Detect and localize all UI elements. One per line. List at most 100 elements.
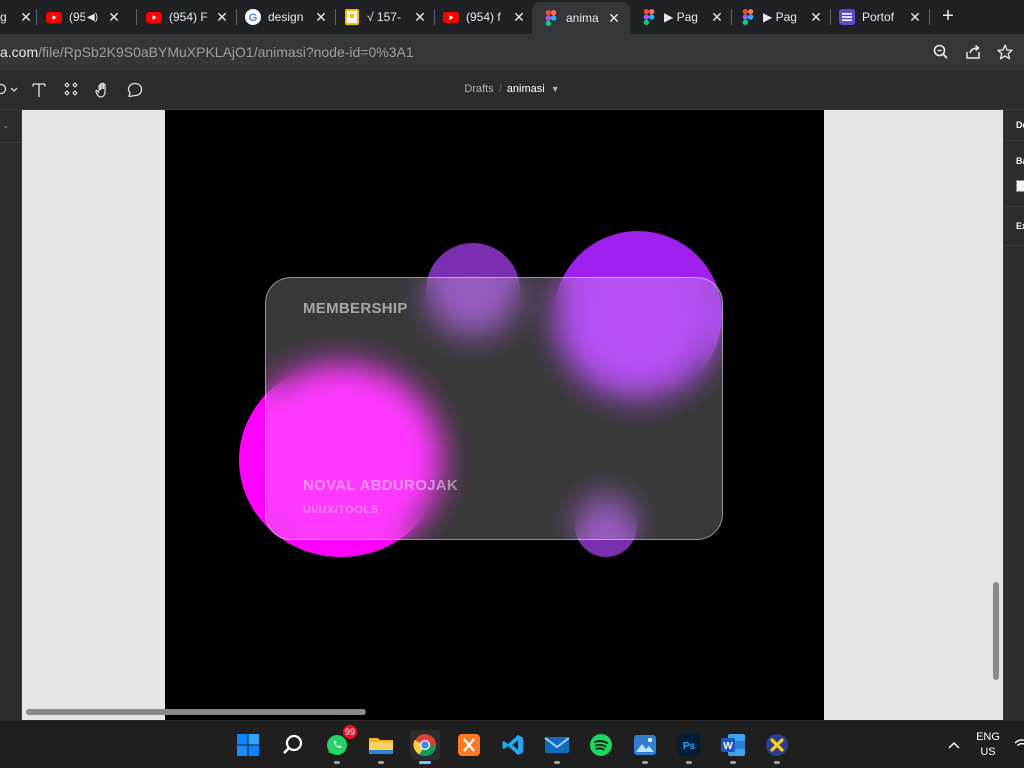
language-region: US [980, 746, 996, 758]
wifi-icon[interactable] [1014, 737, 1024, 753]
design-properties-panel: De Ba Ex [1003, 110, 1024, 720]
word-icon[interactable]: W [718, 730, 748, 764]
design-frame[interactable]: MEMBERSHIP NOVAL ABDUROJAK UI/UX/TOOLS [165, 110, 824, 720]
chevron-down-icon[interactable]: ⌄ [2, 120, 10, 131]
figma-icon [543, 10, 559, 26]
close-icon[interactable]: ✕ [808, 9, 824, 25]
photoshop-icon[interactable]: Ps [674, 730, 704, 764]
close-icon[interactable]: ✕ [18, 9, 34, 25]
url-host: a.com [0, 44, 39, 60]
tab-title: g [0, 10, 7, 24]
close-icon[interactable]: ✕ [511, 9, 527, 25]
divider [1004, 245, 1024, 246]
tab-title: ▶ Pag [664, 10, 698, 24]
keep-icon [344, 9, 360, 25]
url-text[interactable]: a.com/file/RpSb2K9S0aBYMuXPKLAjO1/animas… [0, 44, 414, 60]
export-label: Ex [1016, 221, 1024, 231]
tab-strip: g ✕ (95 ◀) ✕ (954) F ✕ G design ✕ √ 157-… [0, 0, 1024, 34]
tab-title: (954) f [466, 10, 501, 24]
breadcrumb-folder[interactable]: Drafts [464, 83, 493, 95]
close-icon[interactable]: ✕ [709, 9, 725, 25]
breadcrumb-separator: / [498, 83, 502, 95]
chrome-icon[interactable] [410, 730, 440, 764]
address-bar[interactable]: a.com/file/RpSb2K9S0aBYMuXPKLAjO1/animas… [0, 34, 1024, 70]
breadcrumb-file[interactable]: animasi [507, 83, 545, 95]
photoshop-icon-label: Ps [683, 741, 696, 752]
figma-icon [641, 9, 657, 25]
divider [1004, 140, 1024, 141]
card-member-role: UI/UX/TOOLS [303, 504, 379, 516]
photos-icon[interactable] [630, 730, 660, 764]
tab-2[interactable]: (95 ◀) ✕ [46, 3, 130, 31]
tab-8[interactable]: ▶ Pag ✕ [641, 3, 725, 31]
running-indicator [642, 761, 648, 764]
tab-title: ▶ Pag [763, 10, 797, 24]
tab-title: (954) F [169, 10, 208, 24]
tab-1[interactable]: g ✕ [0, 3, 34, 31]
notification-badge: 99 [342, 725, 357, 739]
search-icon[interactable] [278, 730, 308, 760]
whatsapp-icon[interactable]: 99 [322, 725, 357, 764]
running-indicator [730, 761, 736, 764]
audio-playing-icon[interactable]: ◀) [87, 12, 98, 23]
running-indicator [378, 761, 384, 764]
running-indicator [334, 761, 340, 764]
background-color-swatch[interactable] [1016, 180, 1024, 192]
close-icon[interactable]: ✕ [313, 9, 329, 25]
tab-title: anima [566, 11, 599, 25]
card-title: MEMBERSHIP [303, 300, 408, 317]
youtube-icon [443, 9, 459, 25]
bookmark-star-icon[interactable] [996, 43, 1014, 61]
horizontal-scrollbar[interactable] [26, 709, 366, 715]
share-icon[interactable] [964, 43, 982, 61]
running-indicator [419, 761, 431, 764]
divider [0, 142, 21, 143]
tab-6[interactable]: (954) f ✕ [443, 3, 527, 31]
figma-toolbar: Drafts / animasi ▼ [0, 70, 1024, 110]
card-member-name: NOVAL ABDUROJAK [303, 477, 459, 494]
tab-9[interactable]: ▶ Pag ✕ [740, 3, 824, 31]
chevron-up-icon[interactable] [946, 737, 962, 753]
design-tab-label[interactable]: De [1016, 120, 1024, 130]
tab-10[interactable]: Portof ✕ [839, 3, 923, 31]
svg-text:G: G [249, 12, 258, 24]
tool-x-icon[interactable] [762, 730, 792, 764]
running-indicator [686, 761, 692, 764]
notion-icon [839, 9, 855, 25]
divider [1004, 206, 1024, 207]
new-tab-button[interactable]: + [938, 6, 958, 26]
vertical-scrollbar[interactable] [993, 582, 999, 680]
running-indicator [554, 761, 560, 764]
close-icon[interactable]: ✕ [106, 9, 122, 25]
tab-7-active[interactable]: anima ✕ [532, 2, 630, 34]
figma-icon [740, 9, 756, 25]
start-icon[interactable] [233, 730, 263, 760]
tab-3[interactable]: (954) F ✕ [146, 3, 230, 31]
file-explorer-icon[interactable] [366, 730, 396, 764]
layers-panel: ⌄ [0, 110, 22, 720]
xampp-icon[interactable] [454, 730, 484, 760]
screen: g ✕ (95 ◀) ✕ (954) F ✕ G design ✕ √ 157-… [0, 0, 1024, 768]
tab-title: design [268, 10, 304, 24]
chevron-down-icon[interactable]: ▼ [551, 84, 560, 94]
youtube-icon [46, 9, 62, 25]
url-path: /file/RpSb2K9S0aBYMuXPKLAjO1/animasi?nod… [38, 44, 414, 60]
tab-4[interactable]: G design ✕ [245, 3, 329, 31]
close-icon[interactable]: ✕ [214, 9, 230, 25]
language-indicator[interactable]: ENG US [974, 730, 1002, 760]
language-code: ENG [976, 731, 1000, 743]
youtube-icon [146, 9, 162, 25]
mail-icon[interactable] [542, 730, 572, 764]
close-icon[interactable]: ✕ [412, 9, 428, 25]
spotify-icon[interactable] [586, 730, 616, 760]
vscode-icon[interactable] [498, 730, 528, 760]
tab-5[interactable]: √ 157- ✕ [344, 3, 428, 31]
windows-taskbar: 99 Ps W ENG US [0, 720, 1024, 768]
zoom-icon[interactable] [932, 43, 950, 61]
close-icon[interactable]: ✕ [907, 9, 923, 25]
running-indicator [774, 761, 780, 764]
close-icon[interactable]: ✕ [606, 10, 622, 26]
breadcrumb: Drafts / animasi ▼ [0, 83, 1024, 95]
membership-card[interactable]: MEMBERSHIP NOVAL ABDUROJAK UI/UX/TOOLS [265, 277, 723, 540]
word-icon-label: W [723, 741, 733, 752]
